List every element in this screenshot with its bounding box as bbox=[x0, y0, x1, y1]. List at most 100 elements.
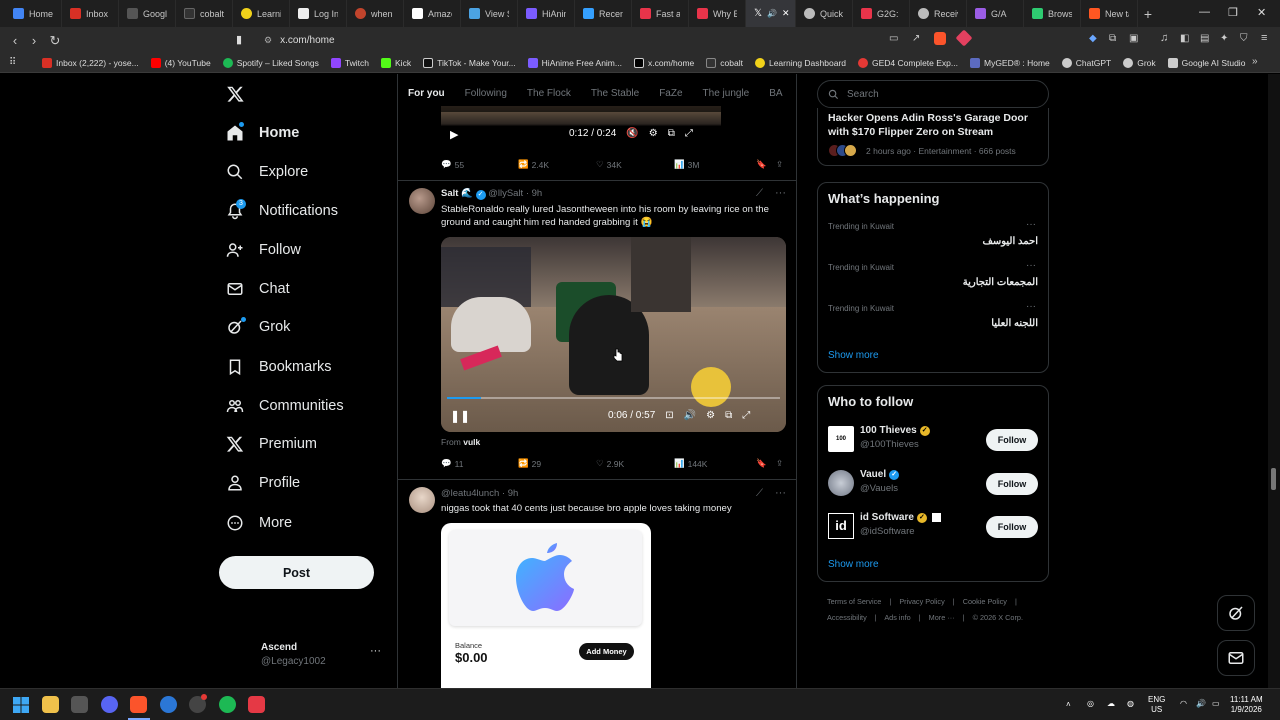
bookmark-item[interactable]: x.com/home bbox=[628, 57, 700, 68]
share-icon[interactable]: ⇪ bbox=[776, 159, 783, 170]
spotify-icon[interactable] bbox=[219, 696, 236, 713]
follow-suggestion[interactable]: id id Software ✓ @idSoftware Follow bbox=[818, 511, 1048, 547]
tweet-time[interactable]: · 9h bbox=[502, 488, 518, 499]
footer-link[interactable]: Terms of Service bbox=[827, 597, 881, 606]
follow-button[interactable]: Follow bbox=[986, 429, 1038, 451]
more-options-icon[interactable]: ··· bbox=[775, 187, 786, 199]
ai-icon[interactable]: ✦ bbox=[1220, 33, 1228, 44]
browser-tab[interactable]: Inbox bbox=[62, 0, 119, 27]
reply-button[interactable]: 💬 11 bbox=[441, 458, 518, 469]
like-button[interactable]: ♡ 34K bbox=[596, 159, 674, 170]
bookmark-item[interactable]: Grok bbox=[1117, 57, 1161, 68]
trend-item[interactable]: Trending in Kuwait ··· المجمعات التجارية bbox=[818, 260, 1048, 300]
grok-icon[interactable]: ⟋ bbox=[756, 188, 763, 199]
apps-grid-icon[interactable]: ⠿ bbox=[9, 57, 16, 68]
browser-tab[interactable]: HiAnim bbox=[518, 0, 575, 27]
speaker-icon[interactable]: 🔊 bbox=[767, 9, 777, 18]
reload-icon[interactable]: ↻ bbox=[45, 33, 65, 49]
tweet-image[interactable]: Balance $0.00 Add Money bbox=[441, 523, 651, 688]
browser-tab[interactable]: Receiv bbox=[910, 0, 967, 27]
tray-app-icon[interactable]: ◍ bbox=[1127, 699, 1134, 709]
browser-tab[interactable]: Learni bbox=[233, 0, 290, 27]
close-window-icon[interactable]: ✕ bbox=[1257, 6, 1266, 19]
tab-the-jungle[interactable]: The jungle bbox=[693, 88, 760, 99]
bookmark-item[interactable]: Inbox (2,222) - yose... bbox=[36, 57, 145, 68]
x-logo-icon[interactable] bbox=[226, 85, 245, 103]
show-more-link[interactable]: Show more bbox=[828, 559, 879, 570]
grok-fab-button[interactable] bbox=[1217, 595, 1255, 631]
post-button[interactable]: Post bbox=[219, 556, 374, 589]
bookmark-icon[interactable]: 🔖 bbox=[756, 458, 776, 469]
fullscreen-icon[interactable]: ⤢ bbox=[685, 128, 693, 139]
nav-grok[interactable]: Grok bbox=[226, 318, 290, 336]
back-icon[interactable]: ‹ bbox=[5, 33, 25, 48]
footer-link[interactable]: Accessibility bbox=[827, 613, 867, 622]
bookmark-item[interactable]: ChatGPT bbox=[1056, 57, 1117, 68]
browser-tab[interactable]: cobalt bbox=[176, 0, 233, 27]
grok-icon[interactable]: ⟋ bbox=[756, 488, 763, 499]
more-bookmarks-icon[interactable]: » bbox=[1252, 56, 1258, 67]
trend-item[interactable]: Trending in Kuwait ··· اللجنه العليا bbox=[818, 301, 1048, 341]
minimize-icon[interactable]: — bbox=[1199, 6, 1210, 18]
author-name[interactable]: Salt bbox=[441, 188, 458, 199]
author-handle[interactable]: @llySalt bbox=[488, 188, 523, 199]
pause-icon[interactable]: ❚❚ bbox=[450, 409, 470, 423]
wallet2-icon[interactable]: ▤ bbox=[1200, 33, 1209, 44]
browser-tab[interactable]: when c bbox=[347, 0, 404, 27]
screen-icon[interactable]: ▭ bbox=[889, 33, 898, 44]
bookmark-icon[interactable]: 🔖 bbox=[756, 159, 776, 170]
close-tab-icon[interactable]: ✕ bbox=[782, 8, 790, 19]
clock[interactable]: 11:11 AM 1/9/2026 bbox=[1230, 695, 1263, 715]
bookmark-item[interactable]: Google AI Studio bbox=[1162, 57, 1252, 68]
more-options-icon[interactable]: ··· bbox=[1026, 301, 1036, 312]
tab-ba[interactable]: BA bbox=[759, 88, 792, 99]
nav-bookmarks[interactable]: Bookmarks bbox=[226, 358, 332, 376]
fullscreen-icon[interactable]: ⤢ bbox=[742, 410, 750, 421]
nav-premium[interactable]: Premium bbox=[226, 435, 317, 453]
pip-icon[interactable]: ⧉ bbox=[725, 410, 732, 421]
nav-communities[interactable]: Communities bbox=[226, 397, 344, 415]
play-icon[interactable]: ▶ bbox=[450, 128, 458, 141]
battery-icon[interactable]: ▭ bbox=[1212, 699, 1220, 709]
browser-tab[interactable]: Google bbox=[119, 0, 176, 27]
bookmark-item[interactable]: MyGED® : Home bbox=[964, 57, 1056, 68]
repost-button[interactable]: 🔁 2.4K bbox=[518, 159, 596, 170]
show-more-link[interactable]: Show more bbox=[828, 350, 879, 361]
browser-tab[interactable]: Home bbox=[5, 0, 62, 27]
footer-link[interactable]: Ads info bbox=[884, 613, 910, 622]
onedrive-icon[interactable]: ☁ bbox=[1107, 699, 1115, 709]
author-handle[interactable]: @leatu4lunch bbox=[441, 488, 499, 499]
follow-suggestion[interactable]: 100 100 Thieves ✓ @100Thieves Follow bbox=[818, 424, 1048, 460]
footer-link[interactable]: Privacy Policy bbox=[899, 597, 944, 606]
new-tab-button[interactable]: + bbox=[1138, 6, 1158, 22]
brave-shield-icon[interactable] bbox=[934, 32, 946, 45]
video-progress-track[interactable] bbox=[447, 397, 780, 399]
bookmark-item[interactable]: cobalt bbox=[700, 57, 749, 68]
browser-tab[interactable]: Why E bbox=[689, 0, 746, 27]
browser-tab[interactable]: New ta bbox=[1081, 0, 1138, 27]
menu-icon[interactable]: ≡ bbox=[1261, 32, 1267, 44]
tray-app-icon[interactable]: ◎ bbox=[1087, 699, 1094, 709]
site-info-icon[interactable]: ⚙ bbox=[264, 35, 272, 46]
vpn-icon[interactable]: ⛉ bbox=[1240, 33, 1248, 44]
account-switcher[interactable]: Ascend @Legacy1002 ··· bbox=[224, 640, 404, 674]
follow-button[interactable]: Follow bbox=[986, 473, 1038, 495]
account-menu-icon[interactable]: ··· bbox=[370, 645, 381, 657]
url-field[interactable]: ⚙ x.com/home bbox=[258, 31, 978, 49]
tray-chevron-icon[interactable]: ˄ bbox=[1066, 700, 1071, 710]
video-player[interactable] bbox=[441, 237, 786, 432]
captions-icon[interactable]: ⊡ bbox=[665, 410, 673, 421]
settings-icon[interactable]: ⚙ bbox=[649, 128, 658, 139]
bookmark-item[interactable]: Spotify – Liked Songs bbox=[217, 57, 325, 68]
browser-tab[interactable]: Amazo bbox=[404, 0, 461, 27]
browser-tab[interactable]: G/A bbox=[967, 0, 1024, 27]
browser-tab[interactable]: Recent bbox=[575, 0, 632, 27]
views-button[interactable]: 📊 144K bbox=[674, 458, 756, 469]
bookmark-item[interactable]: HiAnime Free Anim... bbox=[522, 57, 628, 68]
from-user-link[interactable]: vulk bbox=[463, 437, 480, 447]
tab-following[interactable]: Following bbox=[455, 88, 517, 99]
discord-icon[interactable] bbox=[101, 696, 118, 713]
pip-icon[interactable]: ⧉ bbox=[668, 128, 675, 139]
store-icon[interactable] bbox=[71, 696, 88, 713]
repost-button[interactable]: 🔁 29 bbox=[518, 458, 596, 469]
